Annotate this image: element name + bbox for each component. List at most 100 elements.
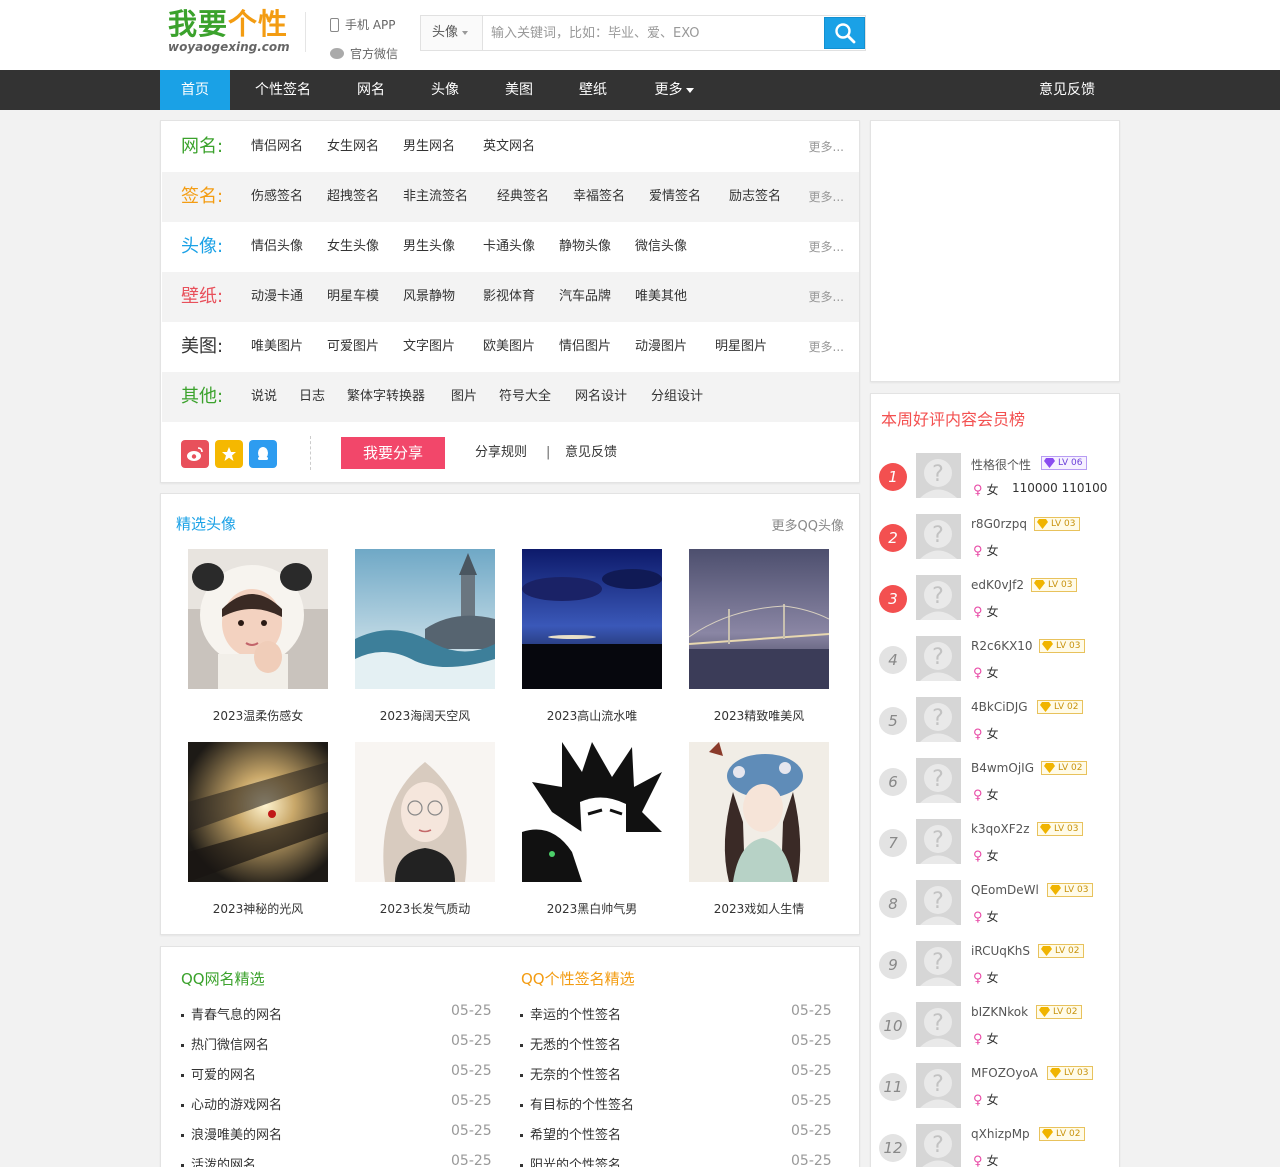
category-label[interactable]: 头像:: [181, 222, 223, 272]
list-item[interactable]: 阳光的个性签名: [520, 1154, 621, 1167]
category-link[interactable]: 情侣头像: [251, 222, 303, 272]
category-link[interactable]: 情侣网名: [251, 122, 303, 172]
nav-nicknames[interactable]: 网名: [344, 70, 398, 110]
category-link[interactable]: 说说: [251, 372, 277, 422]
category-link[interactable]: 文字图片: [403, 322, 455, 372]
ranking-row[interactable]: 8? QEomDeWl LV 03 ♀ 女: [871, 880, 1117, 947]
ranking-row[interactable]: 7? k3qoXF2z LV 03 ♀ 女: [871, 819, 1117, 886]
member-name[interactable]: r8G0rzpq: [971, 517, 1027, 531]
member-name[interactable]: 性格很个性: [971, 456, 1031, 473]
category-link[interactable]: 女生头像: [327, 222, 379, 272]
member-name[interactable]: B4wmOjIG: [971, 761, 1034, 775]
avatar[interactable]: ?: [916, 819, 961, 864]
category-link[interactable]: 爱情签名: [649, 172, 701, 222]
ranking-row[interactable]: 4? R2c6KX10 LV 03 ♀ 女: [871, 636, 1117, 703]
list-item[interactable]: 希望的个性签名: [520, 1124, 621, 1143]
category-label[interactable]: 签名:: [181, 172, 223, 222]
search-input[interactable]: [483, 16, 823, 50]
list-item[interactable]: 幸运的个性签名: [520, 1004, 621, 1023]
list-item[interactable]: 无奈的个性签名: [520, 1064, 621, 1083]
member-name[interactable]: iRCUqKhS: [971, 944, 1030, 958]
category-link[interactable]: 符号大全: [499, 372, 551, 422]
nav-more[interactable]: 更多: [644, 70, 704, 110]
category-label[interactable]: 壁纸:: [181, 272, 223, 322]
category-link[interactable]: 明星图片: [715, 322, 767, 372]
category-link[interactable]: 励志签名: [729, 172, 781, 222]
member-name[interactable]: R2c6KX10: [971, 639, 1033, 653]
ranking-row[interactable]: 2? r8G0rzpq LV 03 ♀ 女: [871, 514, 1117, 581]
site-logo[interactable]: 我要个性 woyaogexing.com: [168, 8, 293, 56]
avatar-thumb[interactable]: [689, 549, 829, 689]
list-item[interactable]: 热门微信网名: [181, 1034, 269, 1053]
avatar-thumb[interactable]: [188, 742, 328, 882]
avatar[interactable]: ?: [916, 758, 961, 803]
ranking-row[interactable]: 11? MFOZOyoA LV 03 ♀ 女: [871, 1063, 1117, 1130]
category-link[interactable]: 欧美图片: [483, 322, 535, 372]
avatar-caption[interactable]: 2023长发气质动: [345, 900, 505, 917]
category-link[interactable]: 幸福签名: [573, 172, 625, 222]
ranking-row[interactable]: 5? 4BkCiDJG LV 02 ♀ 女: [871, 697, 1117, 764]
category-link[interactable]: 卡通头像: [483, 222, 535, 272]
category-link[interactable]: 女生网名: [327, 122, 379, 172]
avatar-thumb[interactable]: [689, 742, 829, 882]
ranking-row[interactable]: 3? edK0vJf2 LV 03 ♀ 女: [871, 575, 1117, 642]
avatar-caption[interactable]: 2023神秘的光风: [178, 900, 338, 917]
member-name[interactable]: bIZKNkok: [971, 1005, 1028, 1019]
featured-more-link[interactable]: 更多QQ头像: [772, 515, 844, 534]
category-label[interactable]: 其他:: [181, 372, 223, 422]
avatar-caption[interactable]: 2023精致唯美风: [679, 707, 839, 724]
avatar-caption[interactable]: 2023戏如人生情: [679, 900, 839, 917]
category-link[interactable]: 经典签名: [497, 172, 549, 222]
nav-wallpapers[interactable]: 壁纸: [566, 70, 620, 110]
category-link[interactable]: 汽车品牌: [559, 272, 611, 322]
category-link[interactable]: 动漫卡通: [251, 272, 303, 322]
avatar[interactable]: ?: [916, 636, 961, 681]
avatar[interactable]: ?: [916, 880, 961, 925]
list-item[interactable]: 可爱的网名: [181, 1064, 256, 1083]
category-link[interactable]: 繁体字转换器: [347, 372, 425, 422]
search-button[interactable]: [824, 17, 865, 49]
category-link[interactable]: 动漫图片: [635, 322, 687, 372]
avatar[interactable]: ?: [916, 1063, 961, 1108]
category-link[interactable]: 明星车模: [327, 272, 379, 322]
avatar-thumb[interactable]: [355, 742, 495, 882]
member-name[interactable]: MFOZOyoA: [971, 1066, 1038, 1080]
member-name[interactable]: QEomDeWl: [971, 883, 1039, 897]
category-link[interactable]: 静物头像: [559, 222, 611, 272]
category-label[interactable]: 美图:: [181, 322, 223, 372]
list-item[interactable]: 无悉的个性签名: [520, 1034, 621, 1053]
category-link[interactable]: 图片: [451, 372, 477, 422]
list-item[interactable]: 青春气息的网名: [181, 1004, 282, 1023]
avatar[interactable]: ?: [916, 1124, 961, 1167]
official-wechat-link[interactable]: 官方微信: [330, 39, 398, 68]
category-label[interactable]: 网名:: [181, 122, 223, 172]
avatar[interactable]: ?: [916, 575, 961, 620]
avatar-caption[interactable]: 2023温柔伤感女: [178, 707, 338, 724]
list-item[interactable]: 活泼的网名: [181, 1154, 256, 1167]
category-more-link[interactable]: 更多...: [809, 222, 844, 272]
category-link[interactable]: 分组设计: [651, 372, 703, 422]
nav-feedback[interactable]: 意见反馈: [1030, 70, 1104, 110]
nav-home[interactable]: 首页: [160, 70, 230, 110]
avatar-caption[interactable]: 2023高山流水唯: [512, 707, 672, 724]
category-link[interactable]: 影视体育: [483, 272, 535, 322]
ranking-row[interactable]: 6? B4wmOjIG LV 02 ♀ 女: [871, 758, 1117, 825]
ranking-row[interactable]: 1? 性格很个性 LV 06 ♀ 女 110000 110100: [871, 453, 1117, 520]
avatar-caption[interactable]: 2023黑白帅气男: [512, 900, 672, 917]
avatar-thumb[interactable]: [355, 549, 495, 689]
category-link[interactable]: 英文网名: [483, 122, 535, 172]
category-link[interactable]: 伤感签名: [251, 172, 303, 222]
category-link[interactable]: 男生网名: [403, 122, 455, 172]
qq-icon[interactable]: [249, 440, 277, 468]
category-more-link[interactable]: 更多...: [809, 272, 844, 322]
category-link[interactable]: 日志: [299, 372, 325, 422]
favorite-star-icon[interactable]: [215, 440, 243, 468]
ranking-row[interactable]: 10? bIZKNkok LV 02 ♀ 女: [871, 1002, 1117, 1069]
nav-pictures[interactable]: 美图: [492, 70, 546, 110]
category-link[interactable]: 唯美图片: [251, 322, 303, 372]
nav-signatures[interactable]: 个性签名: [244, 70, 322, 110]
ranking-row[interactable]: 9? iRCUqKhS LV 02 ♀ 女: [871, 941, 1117, 1008]
category-link[interactable]: 网名设计: [575, 372, 627, 422]
member-name[interactable]: k3qoXF2z: [971, 822, 1030, 836]
list-item[interactable]: 有目标的个性签名: [520, 1094, 634, 1113]
